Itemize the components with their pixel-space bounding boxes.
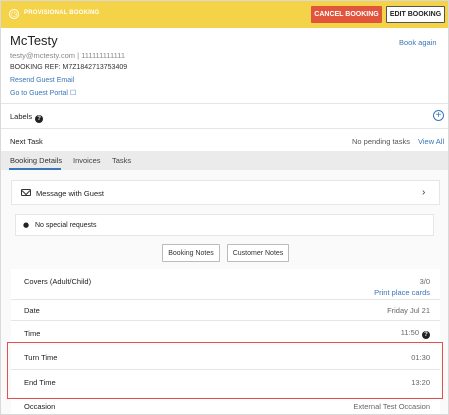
cancel-booking-button[interactable]: CANCEL BOOKING	[311, 6, 382, 23]
divider	[1, 103, 448, 104]
guest-portal-link[interactable]: Go to Guest Portal ☐	[10, 89, 76, 97]
view-all-tasks-link[interactable]: View All	[418, 137, 444, 146]
time-help-icon[interactable]: ?	[422, 331, 430, 339]
guest-name: McTesty	[10, 33, 58, 48]
date-row: Date Friday Jul 21	[11, 300, 440, 320]
message-with-guest-label: Message with Guest	[36, 189, 104, 198]
date-label: Date	[24, 306, 40, 315]
time-row: Time 11:50?	[11, 321, 440, 342]
message-with-guest-card[interactable]: Message with Guest ›	[11, 180, 440, 205]
tab-booking-details[interactable]: Booking Details	[10, 156, 62, 165]
booking-ref: BOOKING REF: M7Z1842713753409	[10, 64, 128, 71]
help-icon[interactable]: ?	[35, 115, 44, 123]
covers-value: 3/0	[419, 277, 430, 286]
time-value-group: 11:50?	[401, 328, 430, 339]
edit-booking-button[interactable]: EDIT BOOKING	[386, 6, 445, 23]
covers-label: Covers (Adult/Child)	[24, 277, 92, 286]
occasion-row: Occasion External Test Occasion	[11, 399, 440, 414]
time-value: 11:50	[400, 328, 419, 337]
highlight-annotation	[7, 342, 443, 399]
status-bar: ◷ PROVISIONAL BOOKING CANCEL BOOKING EDI…	[1, 1, 448, 28]
covers-row: Covers (Adult/Child) 3/0 Print place car…	[11, 269, 440, 299]
date-value: Friday Jul 21	[387, 306, 430, 315]
print-place-cards-link[interactable]: Print place cards	[374, 288, 430, 297]
time-label: Time	[24, 329, 41, 338]
add-label-icon[interactable]: +	[433, 110, 444, 121]
guest-contact: testy@mctesty.com | 111111111111	[10, 51, 126, 60]
clock-icon: ◷	[9, 9, 19, 19]
special-requests-text: No special requests	[35, 222, 97, 229]
labels-title: Labels	[10, 112, 33, 121]
resend-guest-email-link[interactable]: Resend Guest Email	[10, 77, 74, 84]
comment-icon: ●	[23, 221, 30, 229]
occasion-label: Occasion	[24, 402, 56, 411]
tab-tasks[interactable]: Tasks	[112, 156, 131, 165]
booking-notes-button[interactable]: Booking Notes	[162, 244, 220, 262]
chevron-right-icon: ›	[422, 187, 426, 198]
labels-heading: Labels?	[10, 112, 44, 123]
customer-notes-button[interactable]: Customer Notes	[227, 244, 289, 262]
divider	[1, 128, 448, 129]
book-again-link[interactable]: Book again	[399, 38, 437, 47]
next-task-label: Next Task	[10, 137, 43, 146]
external-link-icon: ☐	[69, 90, 77, 97]
next-task-status: No pending tasks	[352, 137, 410, 146]
booking-panel: ◷ PROVISIONAL BOOKING CANCEL BOOKING EDI…	[0, 0, 449, 415]
tab-invoices[interactable]: Invoices	[73, 156, 101, 165]
guest-portal-label: Go to Guest Portal	[10, 90, 68, 97]
occasion-value: External Test Occasion	[353, 402, 430, 411]
special-requests-box: ● No special requests	[15, 214, 434, 236]
envelope-icon	[21, 189, 31, 196]
booking-status: PROVISIONAL BOOKING	[24, 10, 100, 16]
tab-bar: Booking Details Invoices Tasks	[1, 151, 448, 170]
